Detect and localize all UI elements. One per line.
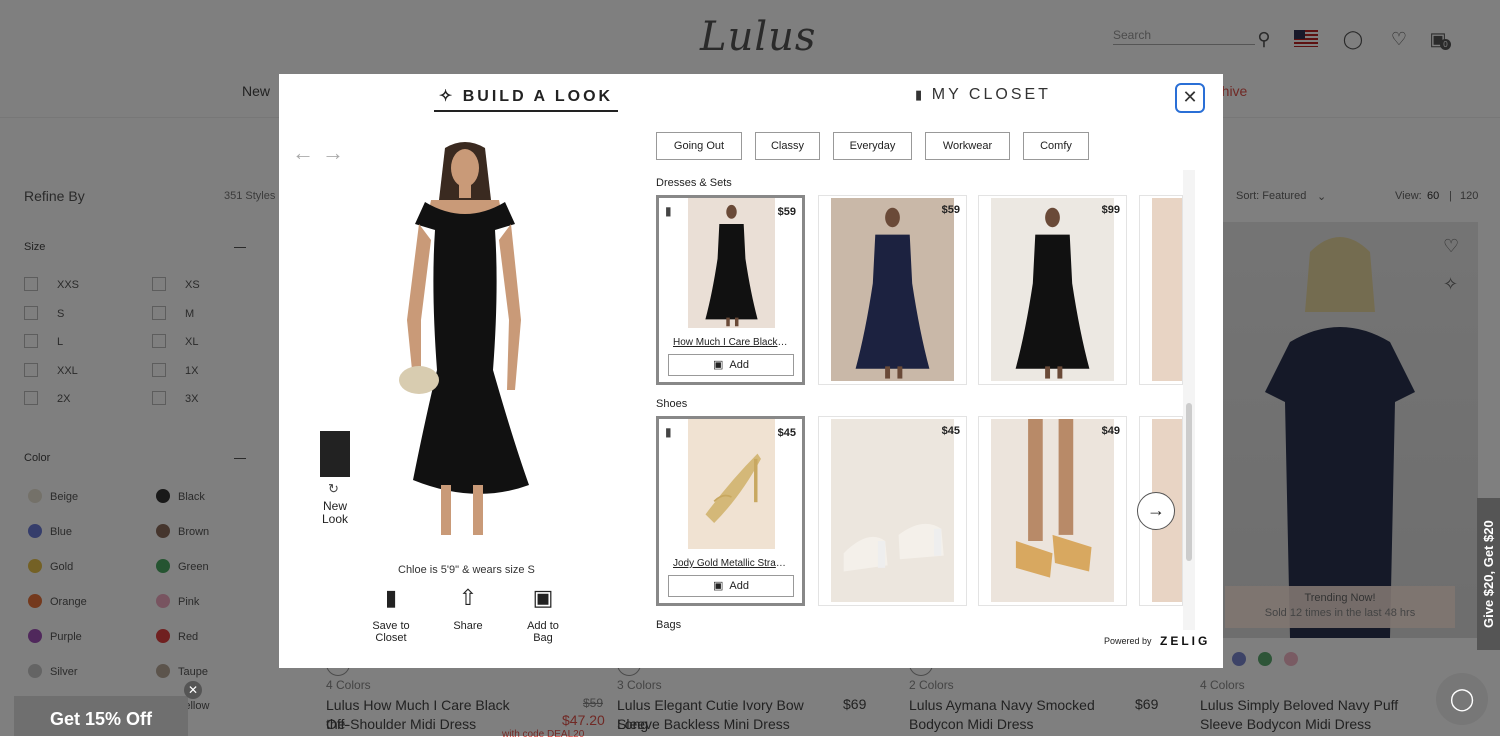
powered-by-label: Powered by bbox=[1104, 636, 1152, 646]
product-card[interactable]: $99 bbox=[978, 195, 1127, 385]
card-price: $45 bbox=[777, 427, 796, 439]
card-product-name[interactable]: Jody Gold Metallic Strappy Heels bbox=[673, 558, 789, 569]
product-image bbox=[1152, 198, 1182, 381]
save-to-closet-button[interactable]: ▮ Save to Closet bbox=[365, 585, 417, 645]
card-price: $59 bbox=[777, 206, 796, 218]
share-label: Share bbox=[453, 620, 483, 632]
new-look-button[interactable]: New Look bbox=[312, 500, 358, 526]
product-card[interactable]: $45 bbox=[818, 416, 967, 606]
shopping-bag-icon: ▣ bbox=[532, 585, 554, 610]
share-icon: ⇧ bbox=[458, 585, 478, 610]
category-dresses-sets: Dresses & Sets bbox=[656, 177, 732, 189]
card-price: $59 bbox=[941, 204, 960, 216]
share-button[interactable]: ⇧ Share bbox=[445, 585, 491, 633]
filter-pill[interactable]: Comfy bbox=[1023, 132, 1089, 160]
category-bags: Bags bbox=[656, 619, 682, 631]
next-arrow-icon[interactable]: → bbox=[1137, 492, 1175, 530]
filter-pill[interactable]: Going Out bbox=[656, 132, 742, 160]
modal-scrollbar[interactable] bbox=[1183, 170, 1195, 630]
product-image bbox=[831, 419, 954, 602]
tab-build-label: BUILD A LOOK bbox=[462, 88, 614, 105]
save-label-1: Save to bbox=[372, 620, 410, 632]
tab-closet-label: MY CLOSET bbox=[931, 86, 1051, 103]
product-card[interactable]: $59 ▮ How Much I Care Black Off-the-Should… bbox=[656, 195, 805, 385]
sparkle-icon: ✧ bbox=[438, 88, 463, 105]
card-price: $49 bbox=[1101, 425, 1120, 437]
tab-build-a-look[interactable]: ✧ BUILD A LOOK bbox=[434, 86, 618, 112]
card-price: $99 bbox=[1101, 204, 1120, 216]
tab-my-closet[interactable]: ▮ MY CLOSET bbox=[915, 86, 1051, 104]
referral-promo-tab[interactable]: Give $20, Get $20 bbox=[1477, 498, 1500, 650]
product-image bbox=[688, 419, 775, 549]
product-card[interactable]: $49 bbox=[978, 416, 1127, 606]
add-label: Add bbox=[729, 359, 749, 371]
add-button[interactable]: ▣ Add bbox=[668, 575, 794, 597]
close-promo-icon[interactable]: ✕ bbox=[184, 681, 202, 699]
product-card-partial[interactable] bbox=[1139, 195, 1183, 385]
bookmark-icon: ▮ bbox=[384, 585, 398, 610]
get-15-off-button[interactable]: Get 15% Off bbox=[14, 696, 188, 736]
product-image bbox=[831, 198, 954, 381]
add-label-2: Bag bbox=[533, 632, 553, 644]
save-label-2: Closet bbox=[375, 632, 407, 644]
add-label-1: Add to bbox=[527, 620, 559, 632]
card-product-name[interactable]: How Much I Care Black Off-the-Shoulder M… bbox=[673, 337, 789, 348]
chat-icon[interactable]: ◯ bbox=[1436, 673, 1488, 725]
next-look-arrow-icon[interactable]: → bbox=[322, 140, 344, 166]
filter-pill[interactable]: Workwear bbox=[925, 132, 1010, 160]
previous-look-arrow-icon[interactable]: ← bbox=[292, 140, 314, 166]
zelig-logo: ZELIG bbox=[1160, 634, 1211, 648]
close-icon[interactable]: ✕ bbox=[1175, 83, 1205, 113]
refresh-icon[interactable]: ↻ bbox=[328, 481, 339, 497]
scrollbar-thumb[interactable] bbox=[1186, 403, 1192, 561]
product-image bbox=[991, 419, 1114, 602]
new-look-label-2: Look bbox=[321, 512, 349, 526]
product-card[interactable]: $59 bbox=[818, 195, 967, 385]
model-in-black-dress bbox=[399, 142, 529, 535]
bookmark-icon[interactable]: ▮ bbox=[665, 425, 672, 439]
filter-pill[interactable]: Classy bbox=[755, 132, 820, 160]
card-price: $45 bbox=[941, 425, 960, 437]
add-to-bag-button[interactable]: ▣ Add to Bag bbox=[518, 585, 568, 645]
category-shoes: Shoes bbox=[656, 398, 688, 410]
bookmark-icon[interactable]: ▮ bbox=[665, 204, 672, 218]
shopping-bag-icon: ▣ bbox=[713, 580, 724, 592]
product-image bbox=[991, 198, 1114, 381]
product-image bbox=[688, 198, 775, 328]
add-button[interactable]: ▣ Add bbox=[668, 354, 794, 376]
bookmark-icon: ▮ bbox=[915, 87, 932, 102]
look-thumbnail[interactable] bbox=[320, 431, 350, 477]
add-label: Add bbox=[729, 580, 749, 592]
product-card[interactable]: $45 ▮ Jody Gold Metallic Strappy Heels ▣ Add bbox=[656, 416, 805, 606]
shopping-bag-icon: ▣ bbox=[713, 359, 724, 371]
model-caption: Chloe is 5'9" & wears size S bbox=[398, 564, 535, 576]
filter-pill[interactable]: Everyday bbox=[833, 132, 912, 160]
